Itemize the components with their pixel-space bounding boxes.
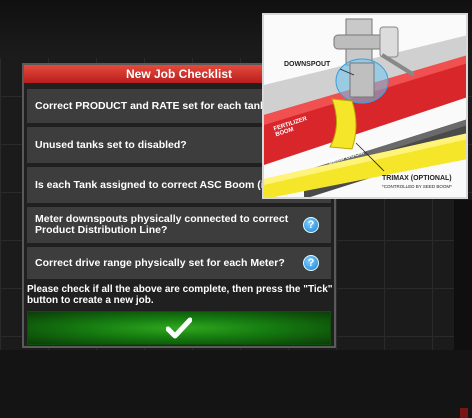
trimax-label: TRIMAX (OPTIONAL) — [382, 175, 452, 182]
checklist-item-drive-range[interactable]: Correct drive range physically set for e… — [27, 247, 331, 279]
right-panel-edge — [454, 200, 472, 418]
boom-illustration — [264, 18, 466, 197]
instructions-text: Please check if all the above are comple… — [27, 284, 333, 306]
checklist-item-label: Correct drive range physically set for e… — [35, 256, 285, 269]
downspout-diagram: DOWNSPOUT FERTILIZER BOOM SEED BOOM TRIM… — [262, 13, 468, 199]
checklist-item-label: Unused tanks set to disabled? — [35, 138, 187, 151]
checkmark-icon — [166, 317, 192, 339]
downspout-label: DOWNSPOUT — [284, 61, 331, 68]
checklist-item-meter-downspouts[interactable]: Meter downspouts physically connected to… — [27, 207, 331, 243]
checklist-item-label: Meter downspouts physically connected to… — [35, 213, 289, 236]
indicator-mark — [460, 408, 468, 418]
help-icon[interactable]: ? — [303, 255, 319, 271]
help-icon[interactable]: ? — [303, 217, 319, 233]
trimax-sub-label: *CONTROLLED BY SEED BOOM* — [382, 184, 452, 189]
tick-button[interactable] — [27, 311, 331, 345]
